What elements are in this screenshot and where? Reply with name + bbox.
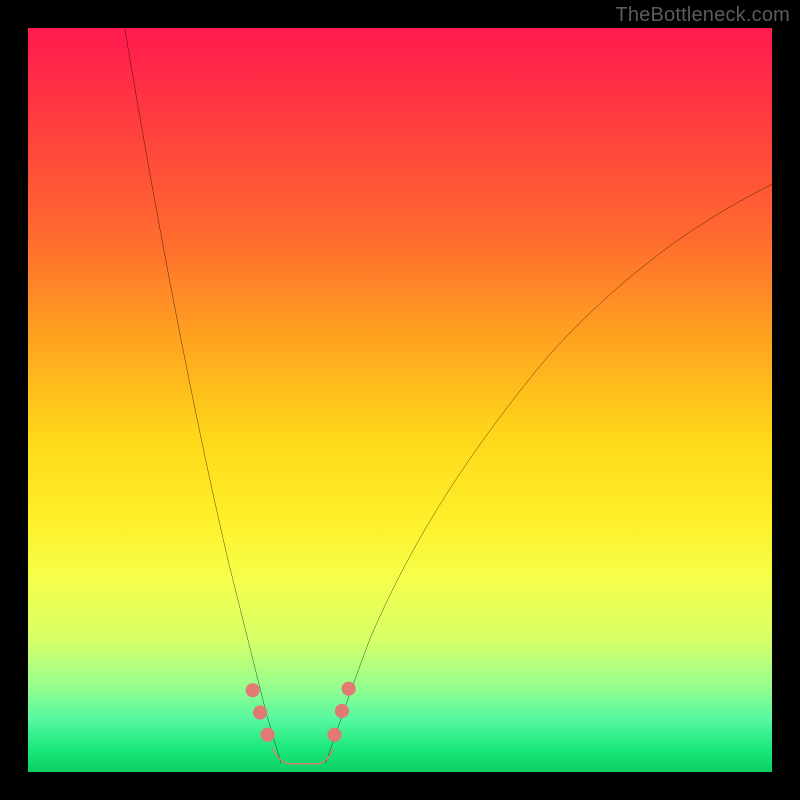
right-curve	[326, 184, 772, 763]
chart-stage: TheBottleneck.com	[0, 0, 800, 800]
plot-area	[28, 28, 772, 772]
watermark-text: TheBottleneck.com	[615, 4, 790, 27]
markers-left	[246, 683, 275, 742]
left-curve	[125, 28, 281, 763]
floor-segment	[272, 747, 333, 763]
markers-right	[327, 682, 355, 742]
chart-svg	[28, 28, 772, 772]
